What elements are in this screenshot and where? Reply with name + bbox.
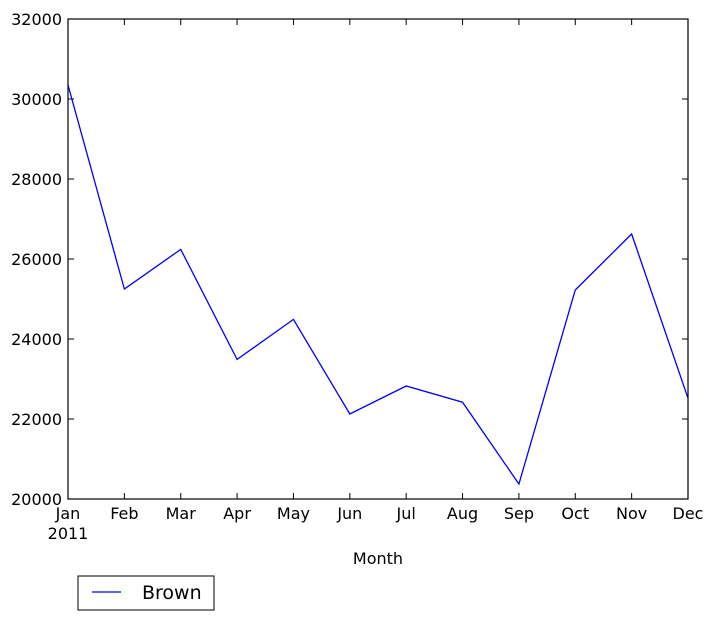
line-chart: 20000 22000 24000 26000 28000 30000 32000 Jan F…: [11, 10, 704, 611]
legend-label-brown: Brown: [142, 582, 202, 604]
x-tick-label: Jan: [55, 504, 81, 523]
x-tick-label: Feb: [110, 504, 138, 523]
y-tick-label: 28000: [11, 170, 62, 189]
plot-background: [68, 19, 688, 499]
x-tick-label: Jul: [396, 504, 416, 523]
x-axis-year-label: 2011: [48, 524, 89, 543]
x-tick-label: Jun: [336, 504, 362, 523]
y-tick-label: 30000: [11, 90, 62, 109]
y-tick-label: 20000: [11, 490, 62, 509]
x-tick-label: May: [277, 504, 310, 523]
x-tick-label: Apr: [223, 504, 251, 523]
x-tick-label: Dec: [673, 504, 704, 523]
x-tick-label: Sep: [504, 504, 534, 523]
x-tick-label: Mar: [166, 504, 197, 523]
x-tick-label: Oct: [561, 504, 589, 523]
y-tick-label: 24000: [11, 330, 62, 349]
y-tick-label: 22000: [11, 410, 62, 429]
x-axis-label: Month: [353, 549, 403, 568]
x-tick-label: Nov: [616, 504, 647, 523]
x-tick-label: Aug: [447, 504, 478, 523]
y-tick-label: 32000: [11, 10, 62, 29]
legend: Brown: [77, 575, 215, 611]
y-tick-label: 26000: [11, 250, 62, 269]
